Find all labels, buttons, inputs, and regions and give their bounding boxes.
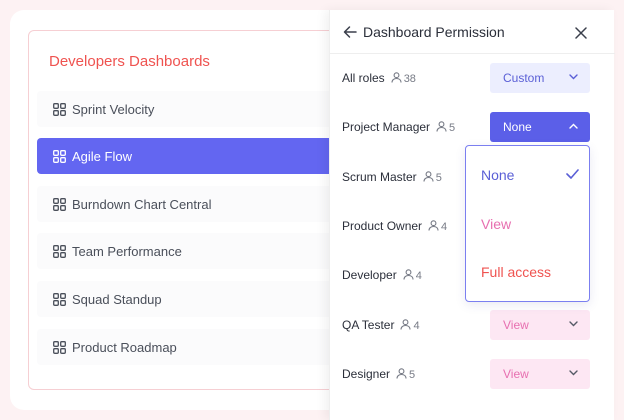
dashboard-item-team-performance[interactable]: Team Performance — [37, 233, 349, 269]
dashboard-item-squad-standup[interactable]: Squad Standup — [37, 281, 349, 317]
chevron-down-icon — [569, 321, 578, 327]
dashboard-item-label: Sprint Velocity — [72, 101, 155, 117]
check-icon — [566, 169, 579, 179]
grid-icon — [53, 149, 66, 163]
user-icon — [423, 171, 434, 182]
dashboards-title: Developers Dashboards — [49, 53, 210, 70]
role-count: 5 — [409, 369, 416, 381]
dropdown-option-full-access[interactable]: Full access — [481, 264, 551, 280]
grid-icon — [53, 292, 66, 306]
role-name: Scrum Master 5 — [342, 170, 442, 184]
dashboard-item-product-roadmap[interactable]: Product Roadmap — [37, 329, 349, 365]
role-name: Project Manager 5 — [342, 120, 456, 134]
dashboard-item-label: Burndown Chart Central — [72, 196, 212, 212]
role-count: 4 — [413, 320, 420, 332]
role-count: 38 — [403, 73, 416, 85]
role-count: 4 — [441, 221, 448, 233]
grid-icon — [53, 340, 66, 354]
dropdown-option-none[interactable]: None — [481, 167, 514, 183]
user-icon — [403, 269, 414, 280]
permission-select[interactable]: None — [490, 112, 590, 142]
role-row-qa-tester: QA Tester 4 View — [342, 310, 602, 340]
role-row-project-manager: Project Manager 5 None — [342, 112, 602, 142]
role-row-designer: Designer 5 View — [342, 359, 602, 389]
user-icon — [436, 121, 447, 132]
role-count: 5 — [449, 122, 456, 134]
role-row-all-roles: All roles 38 Custom — [342, 63, 602, 93]
dashboard-item-label: Agile Flow — [72, 148, 132, 164]
role-count: 4 — [415, 270, 422, 282]
grid-icon — [53, 197, 66, 211]
role-name: All roles 38 — [342, 71, 416, 85]
panel-title: Dashboard Permission — [363, 24, 505, 40]
dashboard-item-burndown-chart-central[interactable]: Burndown Chart Central — [37, 186, 349, 222]
dashboard-item-label: Squad Standup — [72, 291, 162, 307]
grid-icon — [53, 102, 66, 116]
dashboard-item-label: Team Performance — [72, 243, 182, 259]
chevron-up-icon — [569, 123, 578, 129]
role-count: 5 — [435, 172, 442, 184]
grid-icon — [53, 244, 66, 258]
user-icon — [428, 220, 439, 231]
panel-header: Dashboard Permission — [330, 10, 615, 54]
role-name: QA Tester 4 — [342, 318, 420, 332]
role-name: Designer 5 — [342, 367, 416, 381]
close-icon[interactable] — [575, 26, 587, 39]
permission-dropdown-menu: None View Full access — [465, 145, 590, 302]
permission-select[interactable]: View — [490, 359, 590, 389]
chevron-down-icon — [569, 74, 578, 80]
user-icon — [391, 72, 402, 83]
role-name: Product Owner 4 — [342, 219, 448, 233]
arrow-left-icon[interactable] — [343, 25, 357, 39]
dashboards-card: Developers Dashboards Sprint Velocity Ag… — [28, 30, 349, 390]
dashboard-item-label: Product Roadmap — [72, 339, 177, 355]
dashboard-item-agile-flow[interactable]: Agile Flow — [37, 138, 349, 174]
role-name: Developer 4 — [342, 268, 422, 282]
chevron-down-icon — [569, 370, 578, 376]
permission-select[interactable]: View — [490, 310, 590, 340]
user-icon — [396, 368, 407, 379]
permission-select[interactable]: Custom — [490, 63, 590, 93]
dropdown-option-view[interactable]: View — [481, 216, 511, 232]
dashboard-item-sprint-velocity[interactable]: Sprint Velocity — [37, 91, 349, 127]
user-icon — [400, 319, 412, 330]
